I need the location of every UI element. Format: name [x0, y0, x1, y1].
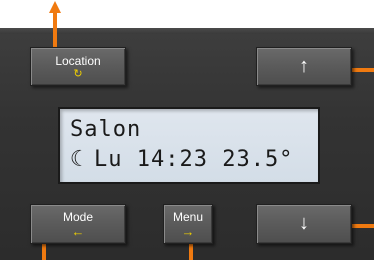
down-button[interactable]: ↓ — [256, 204, 352, 244]
arrow-down-icon: ↓ — [299, 212, 309, 234]
arrow-left-icon: ← — [71, 224, 85, 239]
location-button[interactable]: Location ↻ — [30, 47, 126, 86]
moon-icon: ☾ — [70, 147, 85, 172]
mode-button-label: Mode — [62, 210, 94, 224]
lcd-display: Salon ☾ Lu 14:23 23.5° — [58, 107, 320, 184]
up-button[interactable]: ↑ — [256, 47, 352, 86]
location-button-label: Location — [55, 54, 101, 68]
menu-button-label: Menu — [172, 210, 204, 224]
menu-button[interactable]: Menu → — [163, 204, 213, 244]
arrow-right-icon: → — [181, 224, 195, 239]
day-time-temperature: Lu 14:23 23.5° — [94, 147, 294, 172]
mode-button[interactable]: Mode ← — [30, 204, 126, 244]
rotate-icon: ↻ — [73, 68, 83, 80]
status-line: ☾ Lu 14:23 23.5° — [70, 147, 293, 173]
arrow-up-icon: ↑ — [299, 55, 309, 77]
location-name: Salon — [70, 117, 142, 142]
